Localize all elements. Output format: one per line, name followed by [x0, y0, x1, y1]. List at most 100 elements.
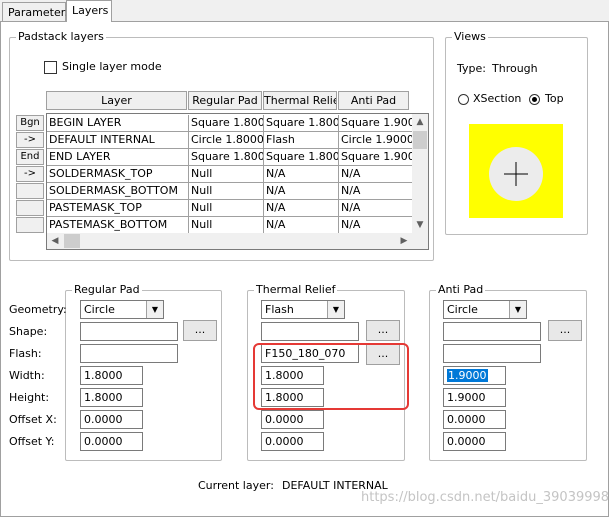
column-header-layer[interactable]: Layer: [46, 91, 187, 110]
tab-parameters[interactable]: Parameters: [2, 2, 71, 22]
cell-regular-pad[interactable]: Null: [189, 200, 264, 217]
thermal-relief-offset-y-field[interactable]: 0.0000: [261, 432, 324, 451]
regular-pad-width-field[interactable]: 1.8000: [80, 366, 143, 385]
scroll-right-icon[interactable]: ▶: [396, 233, 412, 249]
cell-layer[interactable]: BEGIN LAYER: [47, 115, 189, 132]
shape-label: Shape:: [9, 325, 48, 338]
cell-layer[interactable]: PASTEMASK_BOTTOM: [47, 217, 189, 234]
cell-anti-pad[interactable]: N/A: [339, 200, 413, 217]
single-layer-mode-label: Single layer mode: [62, 60, 162, 73]
cell-layer[interactable]: SOLDERMASK_BOTTOM: [47, 183, 189, 200]
table-row[interactable]: SOLDERMASK_BOTTOM Null N/A N/A: [47, 183, 413, 200]
thermal-relief-geometry-select[interactable]: Flash ▼: [261, 300, 345, 319]
row-select-button[interactable]: ->: [16, 166, 44, 182]
highlight-annotation: [253, 343, 409, 410]
table-row[interactable]: BEGIN LAYER Square 1.8000 Square 1.8000 …: [47, 115, 413, 132]
regular-pad-geometry-value: Circle: [84, 303, 115, 316]
scroll-down-icon[interactable]: ▼: [412, 217, 428, 233]
chevron-down-icon[interactable]: ▼: [327, 301, 344, 318]
padstack-layers-title: Padstack layers: [16, 30, 106, 43]
thermal-relief-geometry-value: Flash: [265, 303, 294, 316]
regular-pad-offset-y-field[interactable]: 0.0000: [80, 432, 143, 451]
cell-regular-pad[interactable]: Square 1.8000: [189, 115, 264, 132]
regular-pad-shape-browse-button[interactable]: ...: [183, 320, 217, 341]
begin-layer-button[interactable]: Bgn: [16, 115, 44, 131]
regular-pad-height-field[interactable]: 1.8000: [80, 388, 143, 407]
watermark-text: https://blog.csdn.net/baidu_39039998: [361, 490, 609, 505]
height-label: Height:: [9, 391, 50, 404]
regular-pad-flash-field[interactable]: [80, 344, 178, 363]
anti-pad-shape-field[interactable]: [443, 322, 541, 341]
cell-thermal-relief[interactable]: N/A: [264, 183, 339, 200]
top-view-label: Top: [545, 92, 564, 105]
regular-pad-offset-x-field[interactable]: 0.0000: [80, 410, 143, 429]
cell-layer[interactable]: DEFAULT INTERNAL: [47, 132, 189, 149]
scroll-up-icon[interactable]: ▲: [412, 114, 428, 130]
anti-pad-geometry-select[interactable]: Circle ▼: [443, 300, 527, 319]
horizontal-scroll-thumb[interactable]: [64, 234, 80, 248]
row-select-button[interactable]: [16, 217, 44, 233]
cell-thermal-relief[interactable]: Square 1.8000: [264, 149, 339, 166]
table-row[interactable]: PASTEMASK_TOP Null N/A N/A: [47, 200, 413, 217]
anti-pad-height-field[interactable]: 1.9000: [443, 388, 506, 407]
cell-layer[interactable]: PASTEMASK_TOP: [47, 200, 189, 217]
tab-strip: Parameters Layers: [0, 0, 609, 22]
cell-layer[interactable]: SOLDERMASK_TOP: [47, 166, 189, 183]
end-layer-button[interactable]: End: [16, 149, 44, 165]
chevron-down-icon[interactable]: ▼: [146, 301, 163, 318]
cell-layer[interactable]: END LAYER: [47, 149, 189, 166]
thermal-relief-shape-browse-button[interactable]: ...: [366, 320, 400, 341]
table-row[interactable]: SOLDERMASK_TOP Null N/A N/A: [47, 166, 413, 183]
grid-vertical-scrollbar[interactable]: ▲ ▼: [412, 114, 428, 233]
regular-pad-geometry-select[interactable]: Circle ▼: [80, 300, 164, 319]
regular-pad-shape-field[interactable]: [80, 322, 178, 341]
cell-thermal-relief[interactable]: N/A: [264, 217, 339, 234]
column-header-regular-pad[interactable]: Regular Pad: [188, 91, 262, 110]
cell-thermal-relief[interactable]: Square 1.8000: [264, 115, 339, 132]
cell-thermal-relief[interactable]: N/A: [264, 166, 339, 183]
cell-thermal-relief[interactable]: Flash: [264, 132, 339, 149]
flash-label: Flash:: [9, 347, 42, 360]
cell-regular-pad[interactable]: Null: [189, 166, 264, 183]
anti-pad-width-field[interactable]: 1.9000: [443, 366, 506, 385]
scroll-left-icon[interactable]: ◀: [47, 233, 63, 249]
thermal-relief-offset-x-field[interactable]: 0.0000: [261, 410, 324, 429]
cell-anti-pad[interactable]: N/A: [339, 217, 413, 234]
anti-pad-title: Anti Pad: [436, 283, 486, 296]
padstack-layer-grid[interactable]: BEGIN LAYER Square 1.8000 Square 1.8000 …: [46, 113, 429, 250]
regular-pad-title: Regular Pad: [72, 283, 142, 296]
table-row[interactable]: PASTEMASK_BOTTOM Null N/A N/A: [47, 217, 413, 234]
cell-anti-pad[interactable]: Circle 1.9000: [339, 132, 413, 149]
cell-anti-pad[interactable]: N/A: [339, 183, 413, 200]
views-title: Views: [452, 30, 488, 43]
anti-pad-width-selected-text: 1.9000: [447, 369, 488, 382]
thermal-relief-shape-field[interactable]: [261, 322, 359, 341]
table-row[interactable]: END LAYER Square 1.8000 Square 1.8000 Sq…: [47, 149, 413, 166]
anti-pad-shape-browse-button[interactable]: ...: [548, 320, 582, 341]
row-select-button[interactable]: ->: [16, 132, 44, 148]
tab-layers[interactable]: Layers: [66, 0, 112, 22]
chevron-down-icon[interactable]: ▼: [509, 301, 526, 318]
cell-anti-pad[interactable]: Square 1.9000: [339, 115, 413, 132]
cell-regular-pad[interactable]: Null: [189, 183, 264, 200]
anti-pad-offset-y-field[interactable]: 0.0000: [443, 432, 506, 451]
top-view-radio[interactable]: [529, 94, 540, 105]
cell-regular-pad[interactable]: Null: [189, 217, 264, 234]
grid-horizontal-scrollbar[interactable]: ◀ ▶: [47, 233, 428, 249]
single-layer-mode-checkbox[interactable]: [44, 61, 57, 74]
cell-regular-pad[interactable]: Circle 1.8000: [189, 132, 264, 149]
anti-pad-flash-field[interactable]: [443, 344, 541, 363]
row-select-button[interactable]: [16, 200, 44, 216]
row-select-button[interactable]: [16, 183, 44, 199]
anti-pad-offset-x-field[interactable]: 0.0000: [443, 410, 506, 429]
column-header-thermal-relief[interactable]: Thermal Relief: [263, 91, 337, 110]
vertical-scroll-thumb[interactable]: [413, 131, 427, 149]
cell-anti-pad[interactable]: Square 1.9000: [339, 149, 413, 166]
cell-anti-pad[interactable]: N/A: [339, 166, 413, 183]
xsection-radio[interactable]: [458, 94, 469, 105]
xsection-label: XSection: [473, 92, 522, 105]
column-header-anti-pad[interactable]: Anti Pad: [338, 91, 409, 110]
cell-regular-pad[interactable]: Square 1.8000: [189, 149, 264, 166]
table-row[interactable]: DEFAULT INTERNAL Circle 1.8000 Flash Cir…: [47, 132, 413, 149]
cell-thermal-relief[interactable]: N/A: [264, 200, 339, 217]
